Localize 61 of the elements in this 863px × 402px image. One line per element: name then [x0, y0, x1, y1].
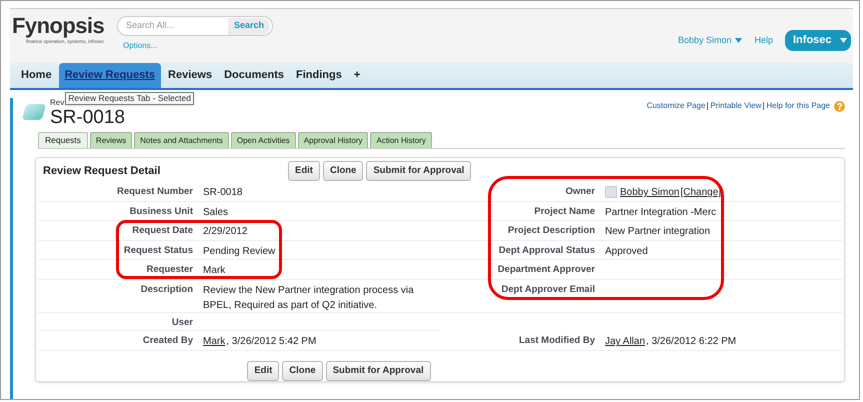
field-label: Last Modified By — [518, 334, 595, 347]
page-link[interactable]: Customize Page — [646, 100, 706, 112]
nav-tab[interactable]: Review Requests — [58, 63, 162, 88]
field-value: Sales — [203, 206, 228, 218]
field-label: Project Description — [508, 224, 595, 237]
caret-icon — [840, 38, 847, 43]
record-tab[interactable]: Open Activities — [230, 132, 296, 148]
field-label: User — [172, 316, 193, 328]
field-label: Request Status — [124, 244, 193, 256]
field-label: Request Number — [116, 185, 193, 198]
search-input: Search All... — [126, 19, 228, 33]
user-link[interactable]: Bobby Simon — [620, 187, 680, 198]
nav-tab[interactable]: Documents — [219, 63, 289, 88]
action-button[interactable]: Clone — [282, 360, 323, 381]
record-tab[interactable]: Requests — [38, 132, 88, 148]
action-button[interactable]: Submit for Approval — [366, 161, 472, 182]
field-label: Owner — [565, 185, 595, 198]
field-value: 2/29/2012 — [203, 226, 248, 238]
field-label: Business Unit — [130, 204, 193, 218]
section-title: Review Request Detail — [42, 164, 162, 179]
field-label: Dept Approval Status — [498, 244, 595, 256]
record-tab[interactable]: Notes and Attachments — [134, 132, 229, 148]
nav-tab[interactable]: Findings — [290, 63, 347, 88]
action-button[interactable]: Clone — [322, 161, 364, 182]
field-value: SR-0018 — [203, 187, 242, 198]
caret-icon — [735, 38, 742, 43]
field-value: Review the New Partner integration process via BPEL, Required as part of Q2 initiative. — [203, 284, 414, 311]
user-link[interactable]: Jay Allan — [605, 336, 646, 348]
record-tab[interactable]: Approval History — [298, 132, 368, 148]
record-type-label: Rev — [50, 98, 64, 108]
field-label: Created By — [142, 334, 193, 347]
tab-tooltip: Review Requests Tab - Selected — [65, 92, 194, 105]
field-value: Partner Integration -Merc — [605, 206, 716, 218]
action-button[interactable]: Edit — [247, 360, 280, 381]
nav-tab[interactable]: Reviews — [163, 63, 218, 88]
page-link[interactable]: Help for this Page — [766, 100, 830, 112]
field-value: Approved — [605, 246, 648, 257]
user-link[interactable]: [Change] — [680, 187, 722, 198]
field-value: , 3/26/2012 6:22 PM — [646, 336, 736, 348]
field-label: Requester — [146, 263, 193, 276]
nav-tab[interactable]: + — [348, 63, 366, 88]
field-label: Department Approver — [498, 263, 595, 276]
nav-tab[interactable]: Home — [16, 63, 57, 88]
help-icon — [834, 100, 845, 112]
field-label: Description — [140, 282, 193, 297]
field-label: Request Date — [132, 224, 193, 237]
field-label: Project Name — [534, 204, 595, 218]
record-icon — [22, 104, 46, 120]
user-link[interactable]: Mark — [203, 336, 226, 348]
page-link[interactable]: Printable View — [710, 100, 762, 112]
field-value: New Partner integration — [605, 226, 710, 238]
action-button[interactable]: Edit — [288, 161, 320, 182]
field-value: Mark — [203, 265, 226, 276]
field-value: , 3/26/2012 5:42 PM — [226, 336, 316, 348]
logo: Fynopsis — [12, 13, 106, 39]
record-tab[interactable]: Action History — [370, 132, 432, 148]
field-label: Dept Approver Email — [501, 282, 595, 297]
record-title: SR-0018 — [50, 108, 126, 128]
record-tab[interactable]: Reviews — [90, 132, 132, 148]
action-button[interactable]: Submit for Approval — [326, 360, 431, 381]
field-value: Pending Review — [203, 246, 276, 257]
